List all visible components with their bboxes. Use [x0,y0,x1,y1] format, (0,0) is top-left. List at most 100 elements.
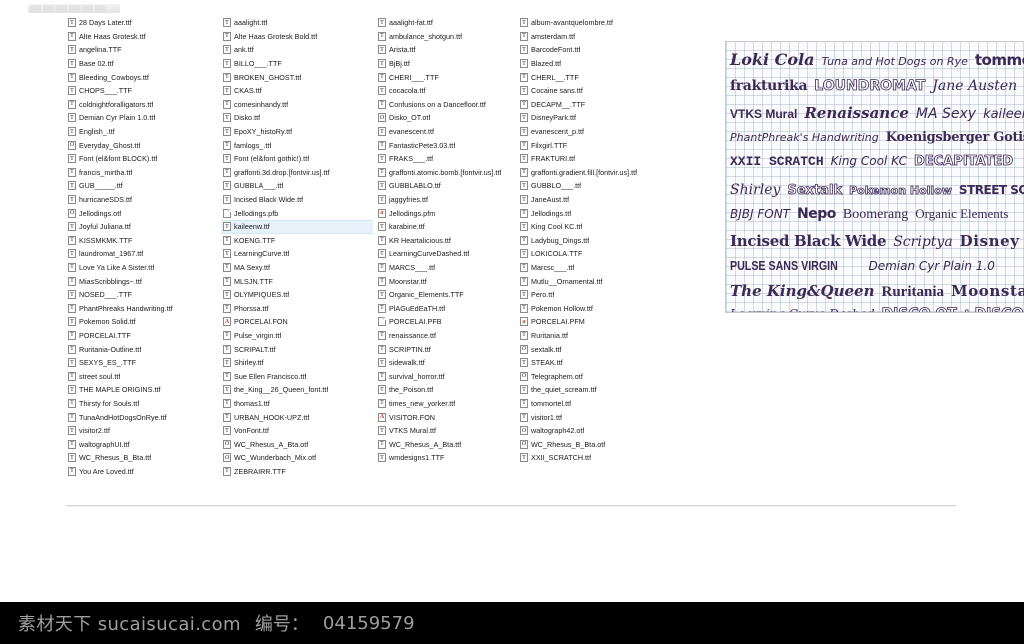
file-list-item[interactable]: T King Cool KC.ttf [518,220,670,234]
file-list-item[interactable]: T CKAS.ttf [221,84,373,98]
file-list-item[interactable]: T Love Ya Like A Sister.ttf [66,261,218,275]
file-list-item[interactable]: TwaltographUI.ttf [66,437,218,451]
file-list-item[interactable]: Tkarabine.ttf [376,220,528,234]
file-list-item[interactable]: Tjaggyfries.ttf [376,193,528,207]
file-list-item[interactable]: T KOENG.TTF [221,234,373,248]
file-list-item[interactable]: T Thirsty for Souls.ttf [66,397,218,411]
file-list-item[interactable]: T LearningCurveDashed.ttf [376,247,528,261]
file-list-item[interactable]: ThurricaneSDS.ttf [66,193,218,207]
file-list-item[interactable]: Talbum-avantquelombre.ttf [518,16,670,30]
file-list-item[interactable]: T 28 Days Later.ttf [66,16,218,30]
file-list-item[interactable]: T FantasticPete3.03.ttf [376,138,528,152]
file-list-item[interactable]: T BILLO___.TTF [221,57,373,71]
file-list-item[interactable]: Tcomesinhandy.ttf [221,98,373,112]
file-list-item[interactable]: Tcocacola.ttf [376,84,528,98]
file-list-item[interactable]: Tlaundromat_1967.ttf [66,247,218,261]
file-list-item[interactable]: A PORCELAI.FON [221,315,373,329]
file-list-item[interactable]: T STEAK.ttf [518,356,670,370]
file-list-item[interactable]: T CHOPS___.TTF [66,84,218,98]
file-list-item[interactable]: T BarcodeFont.ttf [518,43,670,57]
file-list-item[interactable]: T GUBBLO___.ttf [518,179,670,193]
file-list-item[interactable]: T PORCELAI.TTF [66,329,218,343]
file-list-item[interactable]: T Organic_Elements.TTF [376,288,528,302]
file-list-item[interactable]: Owaltograph42.otf [518,424,670,438]
file-list-item[interactable]: Tthe_Poison.ttf [376,383,528,397]
file-list-item[interactable]: Tthe_King__26_Queen_font.ttf [221,383,373,397]
file-list-item[interactable]: O Telegraphem.otf [518,369,670,383]
file-list-item[interactable]: T Jellodings.ttf [518,206,670,220]
file-list-item[interactable]: T Bleeding_Cowboys.ttf [66,70,218,84]
file-list-item[interactable]: T Sue Ellen Francisco.ttf [221,369,373,383]
file-list-item[interactable]: Tthomas1.ttf [221,397,373,411]
file-list-item[interactable]: T Pokemon Hollow.ttf [518,301,670,315]
file-list-item[interactable]: T VTKS Mural.ttf [376,424,528,438]
file-list-item[interactable]: O Jellodings.otf [66,206,218,220]
file-list-item[interactable]: T CHERL__.TTF [518,70,670,84]
file-list-item[interactable]: Taaalight.ttf [221,16,373,30]
file-list-item[interactable]: Ttommortel.ttf [518,397,670,411]
file-list-item[interactable]: T Phorssa.ttf [221,301,373,315]
file-list-item[interactable]: T Incised Black Wide.ttf [221,193,373,207]
file-list-item[interactable]: T Disko.ttf [221,111,373,125]
file-list-item[interactable]: Trenaissance.ttf [376,329,528,343]
file-list-item[interactable]: T MARCS___.ttf [376,261,528,275]
file-list-item[interactable]: A VISITOR.FON [376,410,528,424]
file-list-item[interactable]: Tthe_quiet_scream.ttf [518,383,670,397]
file-list-item[interactable]: PORCELAI.PFB [376,315,528,329]
file-list-item[interactable]: T Mutlu__Ornamental.ttf [518,274,670,288]
file-list-item[interactable]: T Cocaine sans.ttf [518,84,670,98]
file-list-item[interactable]: T Filxgirl.TTF [518,138,670,152]
file-list-item[interactable]: Tangelina.TTF [66,43,218,57]
file-list-item[interactable]: Tsurvival_horror.ttf [376,369,528,383]
file-list-item[interactable]: Ttimes_new_yorker.ttf [376,397,528,411]
file-list-item[interactable]: T XXII_SCRATCH.ttf [518,451,670,465]
file-list-item[interactable]: T Joyful Juliana.ttf [66,220,218,234]
file-list-item[interactable]: Tsidewalk.ttf [376,356,528,370]
file-list-item[interactable]: a Jellodings.pfm [376,206,528,220]
file-list-item[interactable]: T You Are Loved.ttf [66,465,218,479]
file-list-item[interactable]: T MLSJN.TTF [221,274,373,288]
file-list-item[interactable]: Osextalk.ttf [518,342,670,356]
file-list-item[interactable]: T EpoXY_histoRy.ttf [221,125,373,139]
file-list-item[interactable]: Tamsterdam.ttf [518,30,670,44]
file-list-item[interactable]: Tfrancis_mirtha.ttf [66,166,218,180]
file-list-item[interactable]: T Shirley.ttf [221,356,373,370]
file-list-item[interactable]: Tank.ttf [221,43,373,57]
file-list-item[interactable]: T English_.ttf [66,125,218,139]
file-list-item[interactable]: T THE MAPLE ORIGINS.ttf [66,383,218,397]
file-list-item[interactable]: T Ladybug_Dings.ttf [518,234,670,248]
file-list-item[interactable]: T FRAKTURI.ttf [518,152,670,166]
file-list-item[interactable]: T Base 02.ttf [66,57,218,71]
file-list-item[interactable]: T JaneAust.ttf [518,193,670,207]
file-list-item[interactable]: T Font (el&font gothic!).ttf [221,152,373,166]
file-list-item[interactable]: T Pokemon Solid.ttf [66,315,218,329]
file-list-item[interactable]: T BjBj.ttf [376,57,528,71]
file-list-item[interactable]: T MA Sexy.ttf [221,261,373,275]
file-list-item[interactable]: T OLYMPIQUES.ttf [221,288,373,302]
file-list-item[interactable]: Tvisitor1.ttf [518,410,670,424]
file-list-item[interactable]: T VonFont.ttf [221,424,373,438]
file-list-item[interactable]: T LearningCurve.ttf [221,247,373,261]
file-list-item[interactable]: T DECAPM__.TTF [518,98,670,112]
file-list-item[interactable]: T WC_Rhesus_A_Bta.ttf [376,437,528,451]
file-list-item[interactable]: T GUB_____.ttf [66,179,218,193]
file-list-item-selected[interactable]: Tkaileenw.ttf [221,219,373,234]
file-list-item[interactable]: T Pero.ttf [518,288,670,302]
file-list-item[interactable]: Taaalight-fat.ttf [376,16,528,30]
file-list-item[interactable]: T NOSED___.TTF [66,288,218,302]
file-list-item[interactable]: T WC_Rhesus_B_Bta.ttf [66,451,218,465]
file-list-item[interactable]: Twmdesigns1.TTF [376,451,528,465]
file-list-item[interactable]: T Alte Haas Grotesk.ttf [66,30,218,44]
file-list-item[interactable]: T Font (el&font BLOCK).ttf [66,152,218,166]
file-list-item[interactable]: T URBAN_HOOK-UPZ.ttf [221,410,373,424]
file-list-item[interactable]: a PORCELAI.PFM [518,315,670,329]
file-list-item[interactable]: T SCRIPALT.ttf [221,342,373,356]
file-list-item[interactable]: O WC_Rhesus_A_Bta.otf [221,437,373,451]
file-list-item[interactable]: T Demian Cyr Plain 1.0.ttf [66,111,218,125]
file-list-item[interactable]: Jellodings.pfb [221,206,373,220]
file-list-item[interactable]: T PlAGuEdEaTH.ttf [376,301,528,315]
file-list-item[interactable]: O WC_Rhesus_B_Bta.otf [518,437,670,451]
file-list-item[interactable]: T BROKEN_GHOST.ttf [221,70,373,84]
file-list-item[interactable]: T KISSMKMK.TTF [66,234,218,248]
file-list-item[interactable]: T Ruritania.ttf [518,329,670,343]
